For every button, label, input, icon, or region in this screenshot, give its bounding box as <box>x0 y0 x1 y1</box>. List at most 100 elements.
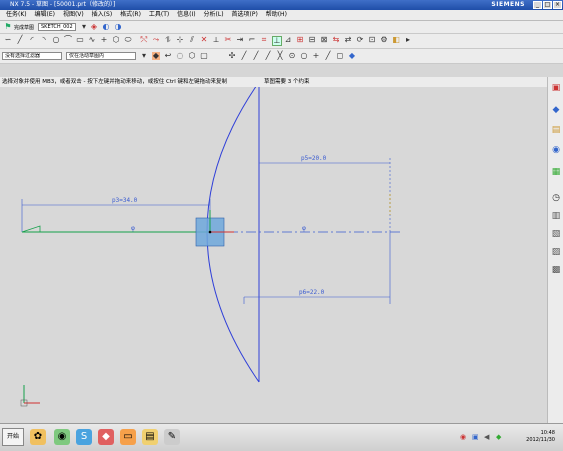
select-body-icon[interactable]: ⬡ <box>188 52 196 60</box>
menu-information[interactable]: 信息(I) <box>177 11 195 18</box>
offset-curve-icon[interactable]: ⤲ <box>140 36 148 44</box>
constraints-icon[interactable]: ⊥ <box>272 36 282 46</box>
sketch-style-icon[interactable]: ◧ <box>392 36 400 44</box>
palette-icon[interactable]: ▩ <box>551 265 561 275</box>
start-button[interactable]: 开始 <box>2 428 24 446</box>
show-no-constraints-icon[interactable]: ⊟ <box>308 36 316 44</box>
process-studio-icon[interactable]: ▧ <box>551 229 561 239</box>
menu-help[interactable]: 帮助(H) <box>266 11 287 18</box>
folder-icon[interactable]: ▭ <box>120 429 136 445</box>
quick-extend-icon[interactable]: ⇥ <box>236 36 244 44</box>
derived-line-icon[interactable]: ⫽ <box>188 36 196 44</box>
point-on-curve-icon[interactable]: ╱ <box>324 52 332 60</box>
minimize-button[interactable]: _ <box>533 1 542 9</box>
mid-point-icon[interactable]: ╱ <box>252 52 260 60</box>
maximize-button[interactable]: □ <box>543 1 552 9</box>
update-model-icon[interactable]: ◑ <box>114 23 122 31</box>
menu-tools[interactable]: 工具(T) <box>149 11 169 18</box>
lasso-icon[interactable]: ◌ <box>176 52 184 60</box>
menu-analysis[interactable]: 分析(L) <box>204 11 224 18</box>
finish-sketch-icon[interactable]: ⚑ <box>4 23 12 31</box>
show-remove-constraints-icon[interactable]: ⊠ <box>320 36 328 44</box>
convert-reference-icon[interactable]: ⇆ <box>332 36 340 44</box>
add-existing-curve-icon[interactable]: ✕ <box>200 36 208 44</box>
arc-3pt-icon[interactable]: ◝ <box>40 36 48 44</box>
graphics-window[interactable]: p3=34.0 p5=20.0 p6=22.0 φ φ <box>0 87 547 423</box>
intersection-point-icon[interactable]: ⊹ <box>176 36 184 44</box>
auto-constrain-icon[interactable]: ⊿ <box>284 36 292 44</box>
tray-network-icon[interactable]: ▣ <box>472 433 479 441</box>
point-on-face-icon[interactable]: ◻ <box>336 52 344 60</box>
mirror-curve-icon[interactable]: ⥮ <box>164 36 172 44</box>
end-point-icon[interactable]: ╱ <box>240 52 248 60</box>
type-filter-select[interactable]: 没有选择过滤器 <box>2 52 62 60</box>
auto-dimension-icon[interactable]: ⊡ <box>368 36 376 44</box>
reattach-icon[interactable]: ◐ <box>102 23 110 31</box>
assembly-navigator-icon[interactable]: ▣ <box>551 83 561 93</box>
tools-icon[interactable]: ✎ <box>164 429 180 445</box>
existing-point-icon[interactable]: + <box>312 52 320 60</box>
animate-dimension-icon[interactable]: ⟳ <box>356 36 364 44</box>
point-constructor-icon[interactable]: ◆ <box>348 52 356 60</box>
tray-app-icon[interactable]: ◉ <box>460 433 466 441</box>
arc-icon[interactable]: ◜ <box>28 36 36 44</box>
close-button[interactable]: × <box>553 1 562 9</box>
finish-sketch-label[interactable]: 完成草图 <box>14 24 34 31</box>
show-all-constraints-icon[interactable]: ⊞ <box>296 36 304 44</box>
p6-dimension-label[interactable]: p6=22.0 <box>299 289 325 296</box>
fillet-icon[interactable]: ⌒ <box>64 36 72 44</box>
constraint-navigator-icon[interactable]: ◆ <box>551 105 561 115</box>
quadrant-point-icon[interactable]: ○ <box>300 52 308 60</box>
chevron-down-icon[interactable]: ▾ <box>80 23 88 31</box>
part-navigator-icon[interactable]: ▤ <box>551 125 561 135</box>
make-corner-icon[interactable]: ⌐ <box>248 36 256 44</box>
web-browser-icon[interactable]: ▦ <box>551 167 561 177</box>
snap-point-icon[interactable]: ✣ <box>228 52 236 60</box>
control-point-icon[interactable]: ╱ <box>264 52 272 60</box>
sketch-name-select[interactable]: SKETCH_002 <box>38 23 76 31</box>
roles-icon[interactable]: ▨ <box>551 247 561 257</box>
p3-dimension-label[interactable]: p3=34.0 <box>112 197 138 204</box>
system-materials-icon[interactable]: ▥ <box>551 211 561 221</box>
line-icon[interactable]: ╱ <box>16 36 24 44</box>
toolbar-options-icon[interactable]: ▸ <box>404 36 412 44</box>
menu-preferences[interactable]: 首选项(P) <box>231 11 257 18</box>
project-curve-icon[interactable]: ⟂ <box>212 36 220 44</box>
menu-insert[interactable]: 插入(S) <box>92 11 113 18</box>
alternate-solution-icon[interactable]: ⇄ <box>344 36 352 44</box>
selection-scope-select[interactable]: 仅在活动草图内 <box>66 52 136 60</box>
nx-app-icon[interactable]: ◆ <box>98 429 114 445</box>
rectangle-icon[interactable]: ▭ <box>76 36 84 44</box>
polygon-icon[interactable]: ⬡ <box>112 36 120 44</box>
select-feature-icon[interactable]: ◆ <box>152 52 160 60</box>
arc-center-icon[interactable]: ⊙ <box>288 52 296 60</box>
inferred-dimension-icon[interactable]: ⌗ <box>260 36 268 44</box>
studio-spline-icon[interactable]: ∿ <box>88 36 96 44</box>
intersection-snap-icon[interactable]: ╳ <box>276 52 284 60</box>
point-icon[interactable]: + <box>100 36 108 44</box>
infer-settings-icon[interactable]: ⚙ <box>380 36 388 44</box>
origin-point[interactable] <box>208 230 212 234</box>
circle-icon[interactable]: ○ <box>52 36 60 44</box>
p5-dimension-label[interactable]: p5=20.0 <box>301 155 327 162</box>
explorer-icon[interactable]: ▤ <box>142 429 158 445</box>
qq-icon[interactable]: S <box>76 429 92 445</box>
chevron-down-icon[interactable]: ▾ <box>140 52 148 60</box>
rectangle-select-icon[interactable]: ▢ <box>200 52 208 60</box>
ellipse-icon[interactable]: ⬭ <box>124 36 132 44</box>
system-clock[interactable]: 10:48 2012/11/30 <box>526 430 555 444</box>
tray-volume-icon[interactable]: ◀ <box>484 433 489 441</box>
menu-format[interactable]: 格式(R) <box>120 11 141 18</box>
profile-icon[interactable]: ∽ <box>4 36 12 44</box>
undo-selection-icon[interactable]: ↩ <box>164 52 172 60</box>
windows-logo-icon[interactable]: ✿ <box>30 429 46 445</box>
menu-edit[interactable]: 编辑(E) <box>35 11 55 18</box>
ie-browser-icon[interactable]: ◉ <box>54 429 70 445</box>
menu-task[interactable]: 任务(K) <box>6 11 27 18</box>
history-icon[interactable]: ◷ <box>551 193 561 203</box>
orient-to-sketch-icon[interactable]: ◈ <box>90 23 98 31</box>
tray-security-icon[interactable]: ◆ <box>496 433 501 441</box>
pattern-curve-icon[interactable]: ⤳ <box>152 36 160 44</box>
reuse-library-icon[interactable]: ◉ <box>551 145 561 155</box>
menu-view[interactable]: 视图(V) <box>63 11 84 18</box>
